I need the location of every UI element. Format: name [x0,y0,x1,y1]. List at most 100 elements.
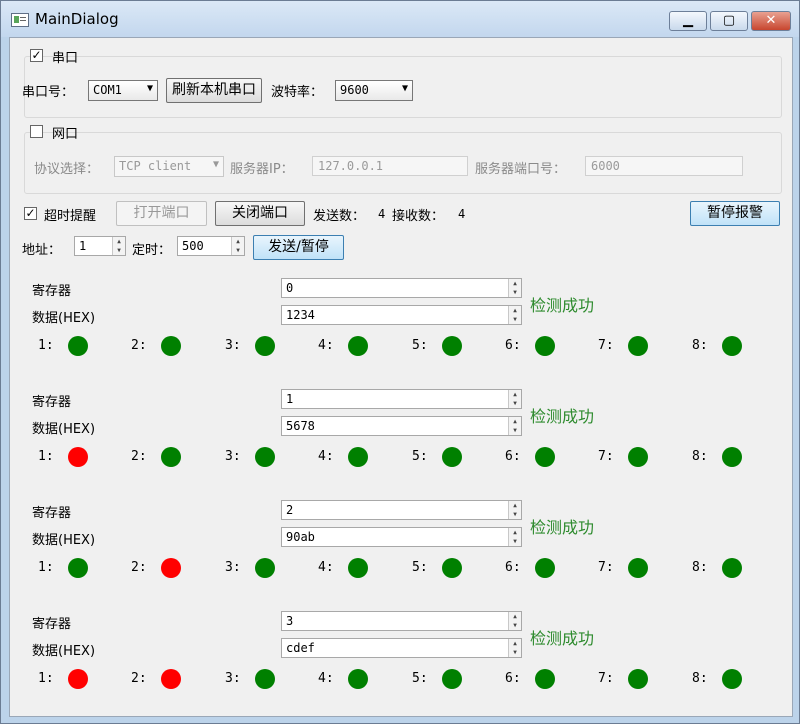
led-indicator-green [535,336,555,356]
register-value: 2 [286,503,294,517]
data-hex-value: 90ab [286,530,315,544]
address-spinbox[interactable]: 1 ▲ ▼ [74,236,126,256]
serial-enable-checkbox[interactable] [30,49,43,62]
led-label: 7: [598,449,614,464]
app-icon [11,13,29,27]
led-label: 2: [131,449,147,464]
led-label: 1: [38,449,54,464]
baud-select[interactable]: 9600 ▼ [335,80,413,101]
spin-arrows-icon[interactable]: ▲ ▼ [508,306,521,324]
spin-arrows-icon[interactable]: ▲ ▼ [508,417,521,435]
send-pause-button[interactable]: 发送/暂停 [253,235,344,260]
data-hex-spinbox[interactable]: cdef ▲ ▼ [281,638,522,658]
register-spinbox[interactable]: 2 ▲ ▼ [281,500,522,520]
register-label: 寄存器 [32,617,72,632]
led-label: 5: [412,338,428,353]
recv-count: 4 [458,207,466,221]
main-window: MainDialog ▁ ▢ ✕ 串口 串口号： COM1 ▼ 刷新本机串口 波特… [0,0,800,724]
port-label: 串口号： [22,85,75,100]
data-hex-spinbox[interactable]: 5678 ▲ ▼ [281,416,522,436]
led-indicator-green [722,336,742,356]
timer-value: 500 [182,239,204,253]
led-indicator-green [255,336,275,356]
led-indicator-green [442,669,462,689]
data-hex-spinbox[interactable]: 1234 ▲ ▼ [281,305,522,325]
server-ip-label: 服务器IP： [230,162,294,177]
port-select[interactable]: COM1 ▼ [88,80,158,101]
led-indicator-green [442,336,462,356]
timeout-label: 超时提醒 [44,209,97,224]
led-label: 4: [318,449,334,464]
spin-arrows-icon[interactable]: ▲ ▼ [508,501,521,519]
led-indicator-green [628,558,648,578]
register-spinbox[interactable]: 3 ▲ ▼ [281,611,522,631]
close-button[interactable]: ✕ [751,11,791,31]
close-port-button[interactable]: 关闭端口 [215,201,305,226]
led-indicator-green [348,669,368,689]
led-label: 8: [692,671,708,686]
detect-status: 检测成功 [530,296,595,315]
timer-spinbox[interactable]: 500 ▲ ▼ [177,236,245,256]
led-indicator-green [628,669,648,689]
data-hex-value: 5678 [286,419,315,433]
led-label: 3: [225,449,241,464]
led-indicator-green [255,558,275,578]
serial-group-label: 串口 [52,51,79,66]
register-label: 寄存器 [32,506,72,521]
led-indicator-green [535,669,555,689]
data-hex-value: cdef [286,641,315,655]
maximize-button[interactable]: ▢ [710,11,748,31]
timer-label: 定时： [132,243,172,258]
detect-status: 检测成功 [530,629,595,648]
refresh-port-button[interactable]: 刷新本机串口 [166,78,262,103]
data-hex-spinbox[interactable]: 90ab ▲ ▼ [281,527,522,547]
dialog-client-area: 串口 串口号： COM1 ▼ 刷新本机串口 波特率： 9600 ▼ 网口 协议选择：… [9,37,793,717]
register-spinbox[interactable]: 0 ▲ ▼ [281,278,522,298]
led-indicator-green [722,669,742,689]
sent-label: 发送数： [313,209,366,224]
spin-arrows-icon[interactable]: ▲ ▼ [508,279,521,297]
led-indicator-green [348,447,368,467]
register-spinbox[interactable]: 1 ▲ ▼ [281,389,522,409]
led-indicator-red [161,558,181,578]
title-bar[interactable]: MainDialog ▁ ▢ ✕ [1,1,799,37]
server-port-input[interactable]: 6000 [585,156,743,176]
led-indicator-green [442,447,462,467]
server-ip-input[interactable]: 127.0.0.1 [312,156,468,176]
detect-status: 检测成功 [530,407,595,426]
timeout-checkbox[interactable] [24,207,37,220]
led-indicator-green [255,669,275,689]
protocol-select[interactable]: TCP client ▼ [114,156,224,177]
spin-arrows-icon[interactable]: ▲ ▼ [508,612,521,630]
data-hex-label: 数据(HEX) [32,533,96,548]
led-label: 1: [38,338,54,353]
led-indicator-green [68,558,88,578]
led-indicator-green [628,447,648,467]
open-port-button[interactable]: 打开端口 [116,201,207,226]
led-label: 5: [412,449,428,464]
data-hex-label: 数据(HEX) [32,644,96,659]
chevron-down-icon: ▼ [146,83,153,94]
baud-label: 波特率： [271,85,324,100]
recv-label: 接收数： [392,209,445,224]
network-enable-checkbox[interactable] [30,125,43,138]
minimize-button[interactable]: ▁ [669,11,707,31]
network-group-label: 网口 [52,127,79,142]
address-label: 地址： [22,243,62,258]
spin-arrows-icon[interactable]: ▲ ▼ [508,390,521,408]
led-indicator-green [722,558,742,578]
spin-arrows-icon[interactable]: ▲ ▼ [112,237,125,255]
led-indicator-green [348,336,368,356]
led-indicator-green [68,336,88,356]
spin-arrows-icon[interactable]: ▲ ▼ [508,528,521,546]
led-label: 8: [692,560,708,575]
detect-status: 检测成功 [530,518,595,537]
data-hex-label: 数据(HEX) [32,311,96,326]
led-label: 2: [131,338,147,353]
pause-alarm-button[interactable]: 暂停报警 [690,201,780,226]
protocol-label: 协议选择： [34,162,100,177]
led-indicator-green [348,558,368,578]
spin-arrows-icon[interactable]: ▲ ▼ [508,639,521,657]
spin-arrows-icon[interactable]: ▲ ▼ [231,237,244,255]
led-label: 8: [692,338,708,353]
